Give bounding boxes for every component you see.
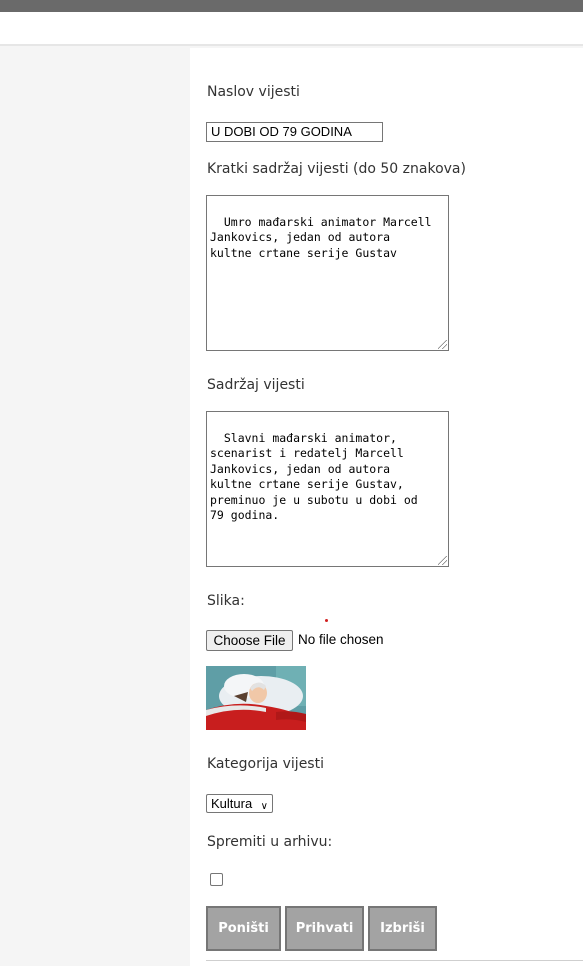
delete-button[interactable]: Izbriši — [368, 906, 437, 951]
content-textarea[interactable]: Slavni mađarski animator, scenarist i re… — [206, 411, 449, 567]
archive-checkbox[interactable] — [210, 873, 223, 886]
image-label: Slika: — [207, 593, 245, 609]
top-bar — [0, 0, 583, 12]
chevron-down-icon: ∨ — [260, 801, 268, 812]
summary-text: Umro mađarski animator Marcell Jankovics… — [210, 214, 432, 260]
header-bar — [0, 12, 583, 46]
accept-button[interactable]: Prihvati — [285, 906, 364, 951]
resize-grip-icon[interactable] — [438, 556, 447, 565]
summary-textarea[interactable]: Umro mađarski animator Marcell Jankovics… — [206, 195, 449, 351]
resize-grip-icon[interactable] — [438, 340, 447, 349]
thumbnail-illustration — [206, 666, 306, 730]
choose-file-button[interactable]: Choose File — [206, 630, 293, 651]
title-label: Naslov vijesti — [207, 84, 300, 100]
summary-label: Kratki sadržaj vijesti (do 50 znakova) — [207, 161, 466, 177]
content-text: Slavni mađarski animator, scenarist i re… — [210, 430, 418, 523]
category-select[interactable]: Kultura ∨ — [206, 794, 273, 813]
category-label: Kategorija vijesti — [207, 756, 324, 772]
red-dot-mark — [325, 619, 328, 622]
category-selected-value: Kultura — [211, 796, 253, 811]
content-label: Sadržaj vijesti — [207, 377, 305, 393]
reset-button[interactable]: Poništi — [206, 906, 281, 951]
archive-label: Spremiti u arhivu: — [207, 834, 333, 850]
bottom-divider — [206, 960, 583, 961]
file-status-text: No file chosen — [298, 632, 384, 647]
title-input[interactable]: U DOBI OD 79 GODINA — [206, 122, 383, 142]
image-thumbnail — [206, 666, 306, 730]
